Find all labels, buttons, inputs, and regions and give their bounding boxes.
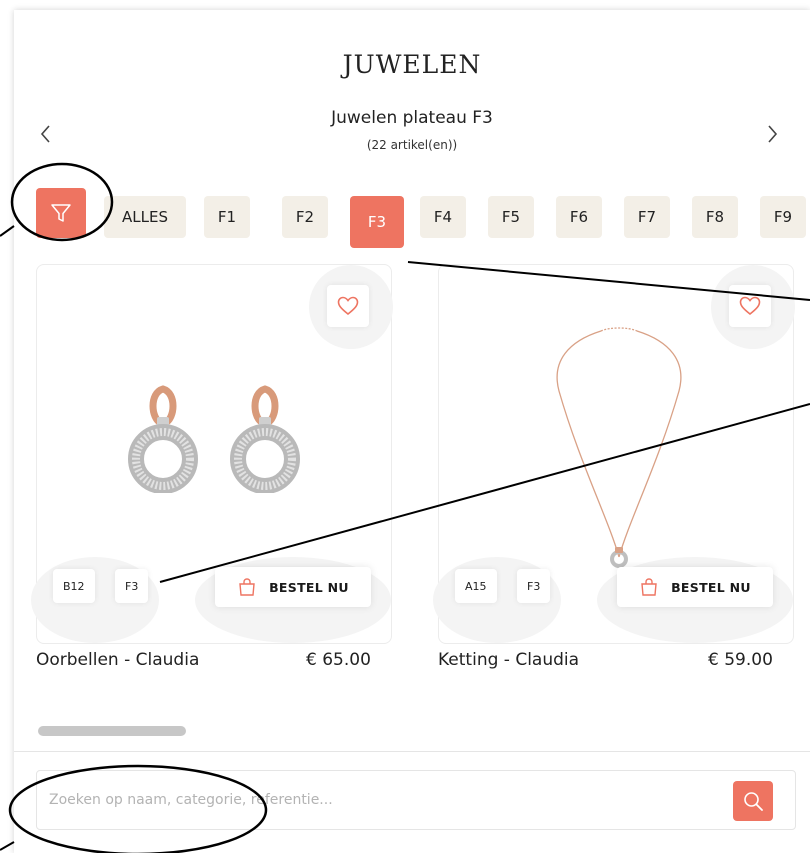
favorite-button[interactable] [327, 285, 369, 327]
catalog-panel: JUWELEN Juwelen plateau F3 (22 artikel(e… [14, 10, 810, 853]
next-plateau-button[interactable] [762, 122, 782, 146]
tab-f3[interactable]: F3 [350, 196, 404, 248]
product-name: Ketting - Claudia [438, 650, 580, 670]
tab-f4[interactable]: F4 [420, 196, 466, 238]
order-button-label: BESTEL NU [671, 579, 751, 595]
filter-button[interactable] [36, 188, 86, 238]
shopping-bag-icon [641, 578, 657, 596]
tab-f7[interactable]: F7 [624, 196, 670, 238]
necklace-image [556, 327, 682, 568]
favorite-button[interactable] [729, 285, 771, 327]
shopping-bag-icon [239, 578, 255, 596]
earrings-image [128, 385, 300, 493]
product-price: € 65.00 [306, 650, 371, 670]
item-count: (22 artikel(en)) [366, 138, 458, 152]
order-button[interactable]: BESTEL NU [215, 567, 371, 607]
search-input[interactable] [49, 771, 709, 829]
heart-icon [739, 296, 761, 316]
tab-f8[interactable]: F8 [692, 196, 738, 238]
annotation-line-search [0, 841, 15, 851]
location-badge: A15 [455, 569, 497, 603]
tab-alles[interactable]: ALLES [104, 196, 186, 238]
scrollbar-thumb[interactable] [38, 726, 186, 736]
plateau-badge: F3 [517, 569, 551, 603]
search-icon [744, 792, 763, 811]
product-name: Oorbellen - Claudia [36, 650, 200, 670]
filter-icon [51, 204, 71, 222]
tab-f6[interactable]: F6 [556, 196, 602, 238]
tab-f9[interactable]: F9 [760, 196, 806, 238]
location-badge: B12 [53, 569, 95, 603]
chevron-right-icon [768, 125, 778, 143]
product-card-earrings[interactable]: B12 F3 BESTEL NU [31, 264, 393, 644]
order-button-label: BESTEL NU [269, 579, 349, 595]
heart-icon [337, 296, 359, 316]
plateau-title: Juwelen plateau F3 [331, 108, 493, 128]
annotation-line-filter [0, 225, 15, 237]
plateau-badge: F3 [115, 569, 149, 603]
tab-f5[interactable]: F5 [488, 196, 534, 238]
tab-f1[interactable]: F1 [204, 196, 250, 238]
tab-f2[interactable]: F2 [282, 196, 328, 238]
search-bar [36, 770, 796, 830]
product-card-necklace[interactable]: A15 F3 BESTEL NU [433, 264, 795, 644]
search-button[interactable] [733, 781, 773, 821]
order-button[interactable]: BESTEL NU [617, 567, 773, 607]
page-title: JUWELEN [342, 50, 482, 79]
product-price: € 59.00 [708, 650, 773, 670]
